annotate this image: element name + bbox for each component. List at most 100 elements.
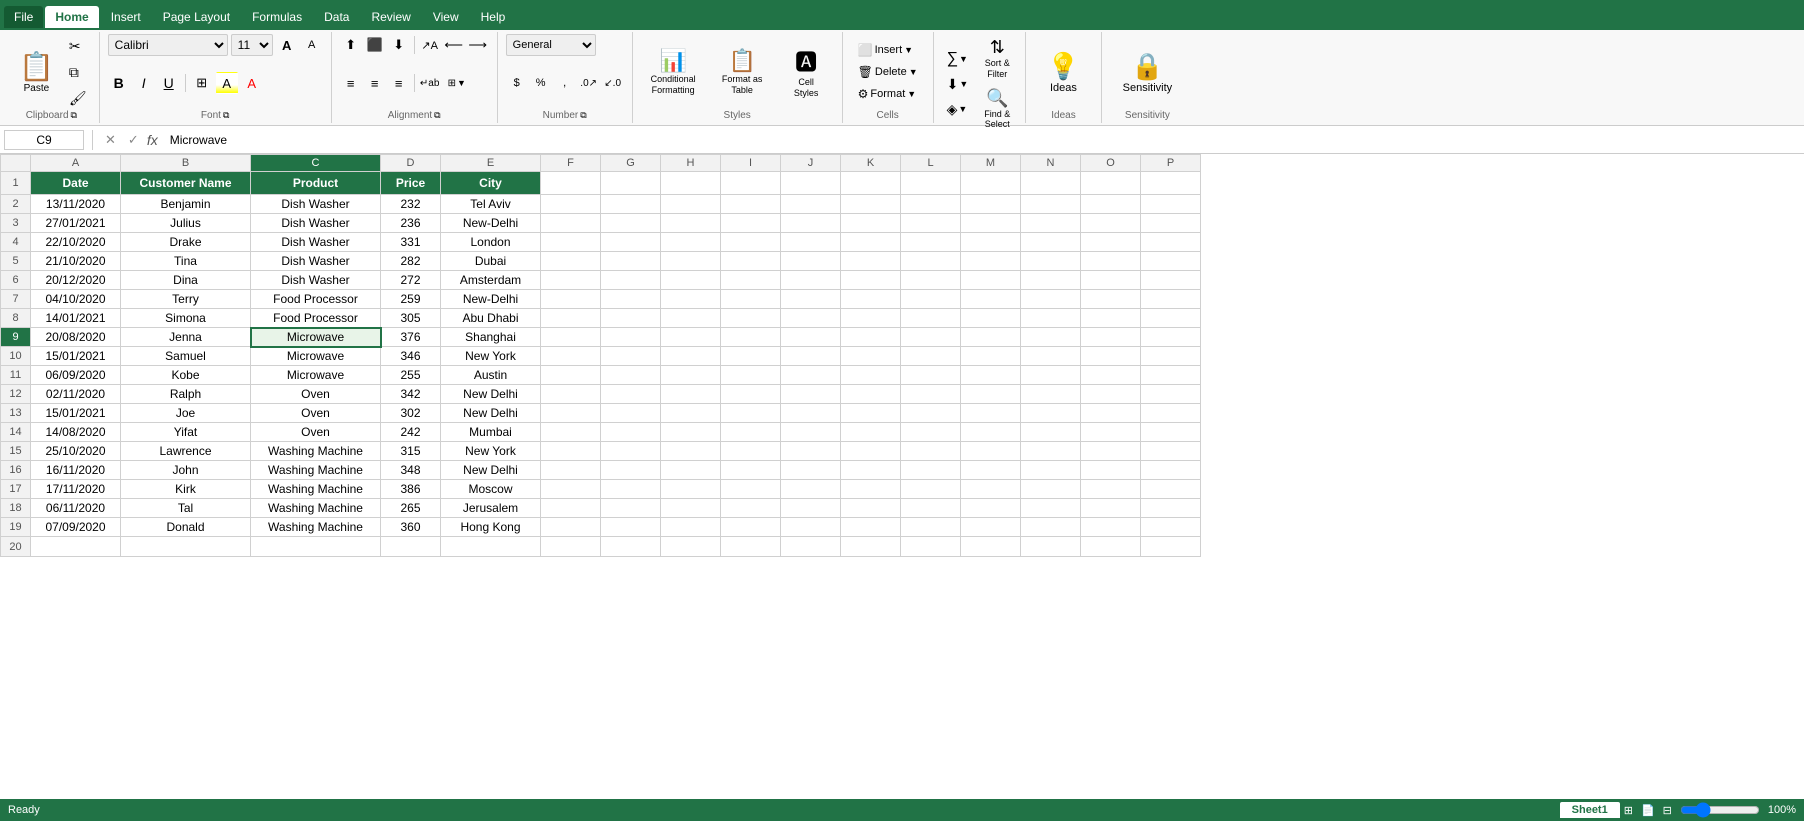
cell-C9[interactable]: Microwave bbox=[251, 328, 381, 347]
tab-file[interactable]: File bbox=[4, 6, 43, 28]
empty-cell[interactable] bbox=[841, 233, 901, 252]
cell-E13[interactable]: New Delhi bbox=[441, 404, 541, 423]
empty-cell[interactable] bbox=[1081, 290, 1141, 309]
merge-cells-button[interactable]: ⊞▼ bbox=[443, 75, 471, 92]
empty-cell[interactable] bbox=[441, 537, 541, 557]
empty-cell[interactable] bbox=[1081, 518, 1141, 537]
cell-E6[interactable]: Amsterdam bbox=[441, 271, 541, 290]
empty-cell[interactable] bbox=[1021, 537, 1081, 557]
empty-cell[interactable] bbox=[901, 480, 961, 499]
empty-cell[interactable] bbox=[661, 252, 721, 271]
cell-C6[interactable]: Dish Washer bbox=[251, 271, 381, 290]
cell-A10[interactable]: 15/01/2021 bbox=[31, 347, 121, 366]
empty-cell[interactable] bbox=[781, 252, 841, 271]
zoom-slider[interactable] bbox=[1680, 802, 1760, 818]
number-format-select[interactable]: General bbox=[506, 34, 596, 56]
empty-cell[interactable] bbox=[721, 518, 781, 537]
align-middle-button[interactable]: ⬛ bbox=[364, 34, 386, 56]
row-header-13[interactable]: 13 bbox=[1, 404, 31, 423]
clear-button[interactable]: ◈▼ bbox=[942, 98, 974, 121]
currency-button[interactable]: $ bbox=[506, 72, 528, 94]
empty-cell[interactable] bbox=[781, 442, 841, 461]
cell-A13[interactable]: 15/01/2021 bbox=[31, 404, 121, 423]
align-center-button[interactable]: ≡ bbox=[364, 72, 386, 94]
empty-cell[interactable] bbox=[661, 347, 721, 366]
empty-cell[interactable] bbox=[601, 252, 661, 271]
empty-cell[interactable] bbox=[1141, 518, 1201, 537]
cell-E18[interactable]: Jerusalem bbox=[441, 499, 541, 518]
cell-E4[interactable]: London bbox=[441, 233, 541, 252]
spreadsheet-container[interactable]: A B C D E F G H I J K L M N O P 1DateCus… bbox=[0, 154, 1804, 815]
empty-cell[interactable] bbox=[1021, 347, 1081, 366]
percent-button[interactable]: % bbox=[530, 72, 552, 94]
cell-C12[interactable]: Oven bbox=[251, 385, 381, 404]
empty-cell[interactable] bbox=[1141, 328, 1201, 347]
font-size-select[interactable]: 11 bbox=[231, 34, 273, 56]
row-header-12[interactable]: 12 bbox=[1, 385, 31, 404]
cell-D9[interactable]: 376 bbox=[381, 328, 441, 347]
empty-cell[interactable] bbox=[1141, 347, 1201, 366]
empty-cell[interactable] bbox=[661, 461, 721, 480]
cell-E10[interactable]: New York bbox=[441, 347, 541, 366]
indent-decrease-button[interactable]: ⟵ bbox=[443, 34, 465, 56]
empty-cell[interactable] bbox=[541, 347, 601, 366]
empty-cell[interactable] bbox=[961, 518, 1021, 537]
cell-C15[interactable]: Washing Machine bbox=[251, 442, 381, 461]
empty-cell[interactable] bbox=[541, 480, 601, 499]
empty-cell[interactable] bbox=[961, 366, 1021, 385]
empty-cell[interactable] bbox=[1081, 499, 1141, 518]
cell-B6[interactable]: Dina bbox=[121, 271, 251, 290]
font-color-button[interactable]: A bbox=[241, 72, 263, 94]
empty-cell[interactable] bbox=[661, 195, 721, 214]
page-break-icon[interactable]: ⊟ bbox=[1663, 804, 1672, 817]
empty-cell[interactable] bbox=[1141, 480, 1201, 499]
col-header-p[interactable]: P bbox=[1141, 155, 1201, 172]
cell-C17[interactable]: Washing Machine bbox=[251, 480, 381, 499]
empty-cell[interactable] bbox=[1021, 499, 1081, 518]
cancel-icon[interactable]: ✕ bbox=[101, 130, 120, 150]
empty-cell[interactable] bbox=[541, 271, 601, 290]
cell-D12[interactable]: 342 bbox=[381, 385, 441, 404]
empty-cell[interactable] bbox=[661, 366, 721, 385]
empty-cell[interactable] bbox=[1141, 233, 1201, 252]
empty-cell[interactable] bbox=[1141, 195, 1201, 214]
empty-cell[interactable] bbox=[961, 195, 1021, 214]
empty-cell[interactable] bbox=[541, 461, 601, 480]
cell-E8[interactable]: Abu Dhabi bbox=[441, 309, 541, 328]
cell-A4[interactable]: 22/10/2020 bbox=[31, 233, 121, 252]
tab-help[interactable]: Help bbox=[471, 6, 516, 28]
empty-cell[interactable] bbox=[841, 461, 901, 480]
alignment-dialog-icon[interactable]: ⧉ bbox=[434, 110, 440, 121]
empty-cell[interactable] bbox=[901, 214, 961, 233]
empty-cell[interactable] bbox=[541, 404, 601, 423]
empty-cell[interactable] bbox=[661, 423, 721, 442]
cell-D2[interactable]: 232 bbox=[381, 195, 441, 214]
col-header-j[interactable]: J bbox=[781, 155, 841, 172]
empty-cell[interactable] bbox=[601, 442, 661, 461]
cell-D17[interactable]: 386 bbox=[381, 480, 441, 499]
row-header-11[interactable]: 11 bbox=[1, 366, 31, 385]
empty-cell[interactable] bbox=[1021, 271, 1081, 290]
empty-cell[interactable] bbox=[961, 328, 1021, 347]
cell-B11[interactable]: Kobe bbox=[121, 366, 251, 385]
empty-cell[interactable] bbox=[1141, 537, 1201, 557]
empty-cell[interactable] bbox=[1021, 518, 1081, 537]
col-header-b[interactable]: B bbox=[121, 155, 251, 172]
empty-cell[interactable] bbox=[901, 461, 961, 480]
col-header-d[interactable]: D bbox=[381, 155, 441, 172]
empty-cell[interactable] bbox=[1141, 461, 1201, 480]
cell-B9[interactable]: Jenna bbox=[121, 328, 251, 347]
empty-cell[interactable] bbox=[901, 252, 961, 271]
empty-cell[interactable] bbox=[901, 404, 961, 423]
cell-A2[interactable]: 13/11/2020 bbox=[31, 195, 121, 214]
font-name-select[interactable]: Calibri bbox=[108, 34, 228, 56]
empty-cell[interactable] bbox=[1021, 423, 1081, 442]
empty-cell[interactable] bbox=[541, 233, 601, 252]
empty-cell[interactable] bbox=[721, 385, 781, 404]
fill-color-button[interactable]: A bbox=[216, 72, 238, 94]
empty-cell[interactable] bbox=[841, 252, 901, 271]
cell-B4[interactable]: Drake bbox=[121, 233, 251, 252]
tab-page-layout[interactable]: Page Layout bbox=[153, 6, 240, 28]
empty-cell[interactable] bbox=[541, 385, 601, 404]
empty-cell[interactable] bbox=[1021, 328, 1081, 347]
